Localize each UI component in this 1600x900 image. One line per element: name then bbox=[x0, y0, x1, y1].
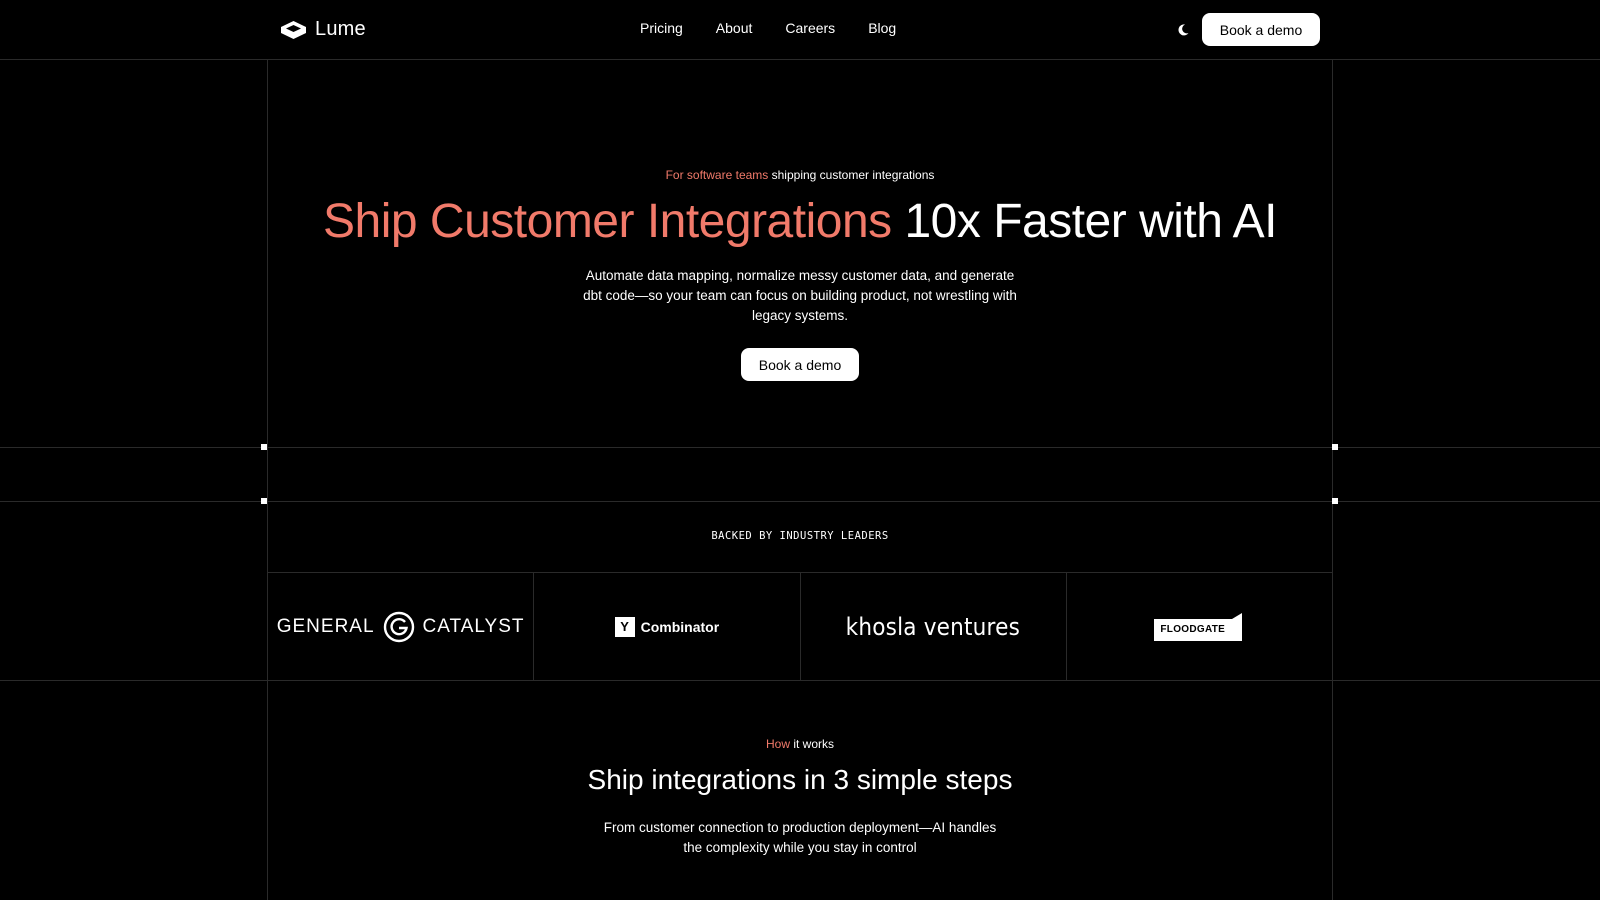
logo-khosla-ventures: khosla ventures bbox=[801, 573, 1067, 680]
main-nav: Pricing About Careers Blog bbox=[640, 20, 896, 36]
hero-subtitle: Automate data mapping, normalize messy c… bbox=[583, 268, 1017, 323]
how-subtitle: From customer connection to production d… bbox=[603, 820, 997, 855]
grid-node bbox=[261, 444, 267, 450]
grid-node bbox=[1332, 498, 1338, 504]
hero-title-accent: Ship Customer Integrations bbox=[323, 195, 892, 248]
how-eyebrow-accent: How bbox=[765, 737, 790, 751]
brand-name: Lume bbox=[315, 18, 366, 40]
floodgate-text: FLOODGATE bbox=[1160, 623, 1226, 635]
hero-eyebrow-rest: shipping customer integrations bbox=[768, 168, 935, 182]
how-eyebrow-rest: it works bbox=[790, 737, 835, 751]
backer-logos: GENERAL CATALYST Y Combinator khosla ven… bbox=[268, 573, 1332, 680]
brand-logo[interactable]: Lume bbox=[280, 18, 366, 41]
hero-title-rest: 10x Faster with AI bbox=[891, 195, 1277, 248]
nav-pricing[interactable]: Pricing bbox=[640, 20, 683, 36]
nav-about[interactable]: About bbox=[716, 20, 753, 36]
general-catalyst-mark-icon bbox=[383, 611, 414, 642]
logo-general-catalyst: GENERAL CATALYST bbox=[268, 573, 535, 680]
logo-y-combinator: Y Combinator bbox=[534, 573, 801, 680]
hero-title: Ship Customer Integrations 10x Faster wi… bbox=[0, 192, 1600, 252]
nav-careers[interactable]: Careers bbox=[785, 20, 835, 36]
gc-right-text: CATALYST bbox=[422, 615, 525, 637]
grid-line-backers-top bbox=[0, 501, 1600, 502]
hero-eyebrow: For software teams shipping customer int… bbox=[0, 168, 1600, 182]
how-title: Ship integrations in 3 simple steps bbox=[587, 764, 1013, 795]
site-header: Lume Pricing About Careers Blog Book a d… bbox=[0, 0, 1600, 60]
backers-label: BACKED BY INDUSTRY LEADERS bbox=[711, 530, 889, 542]
header-book-demo-button[interactable]: Book a demo bbox=[1202, 13, 1320, 46]
gc-left-text: GENERAL bbox=[276, 615, 375, 637]
lume-cube-icon bbox=[281, 20, 306, 39]
grid-node bbox=[261, 498, 267, 504]
moon-icon bbox=[1178, 24, 1189, 36]
grid-line-hero-bottom bbox=[0, 447, 1600, 448]
how-eyebrow: How it works bbox=[0, 737, 1600, 751]
theme-toggle-button[interactable] bbox=[1174, 21, 1192, 39]
hero-eyebrow-accent: For software teams bbox=[665, 168, 769, 182]
logo-floodgate: FLOODGATE bbox=[1067, 573, 1332, 680]
grid-line-logos-bottom bbox=[0, 680, 1600, 681]
khosla-text: khosla ventures bbox=[845, 612, 1021, 641]
grid-node bbox=[1332, 444, 1338, 450]
yc-mark-icon: Y bbox=[614, 616, 635, 637]
hero-book-demo-button[interactable]: Book a demo bbox=[741, 348, 859, 381]
yc-name: Combinator bbox=[640, 618, 720, 635]
nav-blog[interactable]: Blog bbox=[868, 20, 896, 36]
